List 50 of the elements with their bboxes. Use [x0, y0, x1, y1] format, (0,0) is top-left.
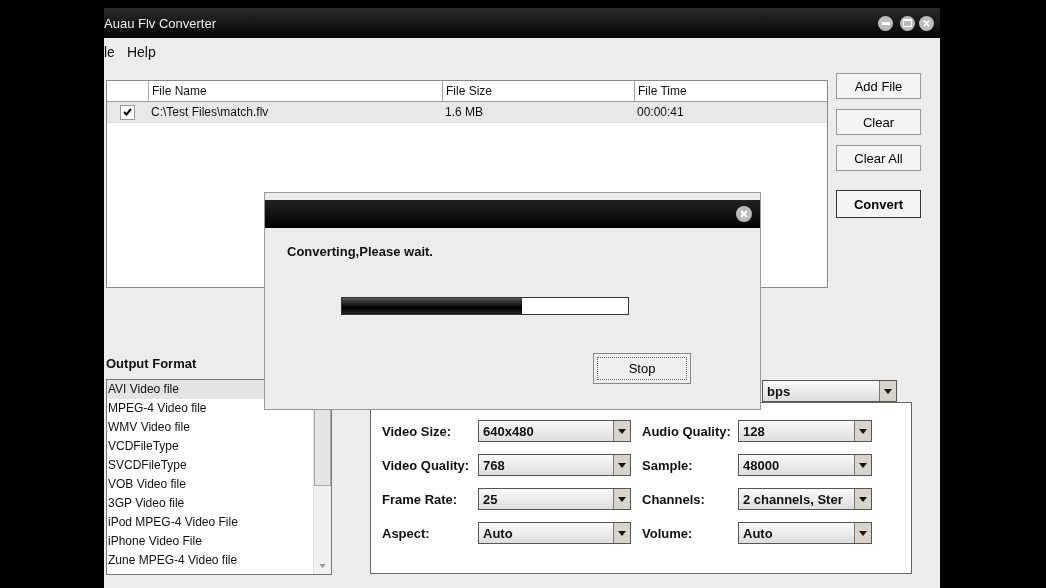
field-label: Video Size: [382, 422, 453, 441]
close-icon[interactable] [919, 15, 934, 31]
field-label: Channels: [642, 490, 706, 509]
stop-button[interactable]: Stop [593, 353, 691, 384]
checkmark-icon [123, 108, 132, 116]
dropdown[interactable]: Auto [478, 522, 631, 544]
section-label: Output Format [106, 354, 198, 373]
dropdown[interactable]: 25 [478, 488, 631, 510]
field-label: Aspect: [382, 524, 431, 543]
checkbox[interactable] [120, 104, 135, 120]
minimize-icon [881, 21, 890, 25]
action-button[interactable]: Add File [836, 73, 921, 99]
dropdown[interactable]: 640x480 [478, 420, 631, 442]
dialog-message: Converting,Please wait. [287, 244, 434, 259]
table-cell-text: 00:00:41 [636, 105, 685, 119]
table-cell-text: C:\Test Files\match.flv [150, 105, 270, 119]
maximize-icon [903, 19, 912, 27]
menu-item[interactable]: Help [126, 44, 156, 60]
dropdown-arrow-icon [859, 462, 867, 468]
table-cell-text: 1.6 MB [444, 105, 484, 119]
field-label: Audio Quality: [642, 422, 732, 441]
field-label: Sample: [642, 456, 694, 475]
field-label: Volume: [642, 524, 694, 543]
dropdown-arrow-icon [859, 530, 867, 536]
column-header[interactable]: File Name [148, 81, 442, 101]
maximize-button[interactable] [900, 15, 915, 31]
dropdown-arrow-icon [618, 530, 626, 536]
dropdown[interactable]: 128 [738, 420, 872, 442]
field-label: Frame Rate: [382, 490, 459, 509]
action-button[interactable]: Clear All [836, 145, 921, 171]
action-button[interactable]: Clear [836, 109, 921, 135]
dropdown-arrow-icon [859, 496, 867, 502]
action-button[interactable]: Convert [836, 190, 921, 218]
dropdown[interactable]: 48000 [738, 454, 872, 476]
field-label: Video Quality: [382, 456, 471, 475]
dropdown-arrow-icon [618, 428, 626, 434]
dropdown[interactable]: 2 channels, Ster [738, 488, 872, 510]
column-header[interactable]: File Time [634, 81, 827, 101]
window-title: Auau Flv Converter [104, 15, 217, 31]
menu-item[interactable]: le [104, 44, 115, 60]
minimize-button[interactable] [878, 15, 893, 31]
dropdown-arrow-icon [884, 388, 892, 394]
dropdown[interactable]: 768 [478, 454, 631, 476]
close-icon[interactable] [736, 206, 752, 222]
dropdown[interactable]: Auto [738, 522, 872, 544]
dropdown[interactable]: bps [762, 380, 897, 402]
dropdown-arrow-icon [618, 462, 626, 468]
dropdown-arrow-icon [618, 496, 626, 502]
column-header[interactable]: File Size [442, 81, 634, 101]
dropdown-arrow-icon [859, 428, 867, 434]
